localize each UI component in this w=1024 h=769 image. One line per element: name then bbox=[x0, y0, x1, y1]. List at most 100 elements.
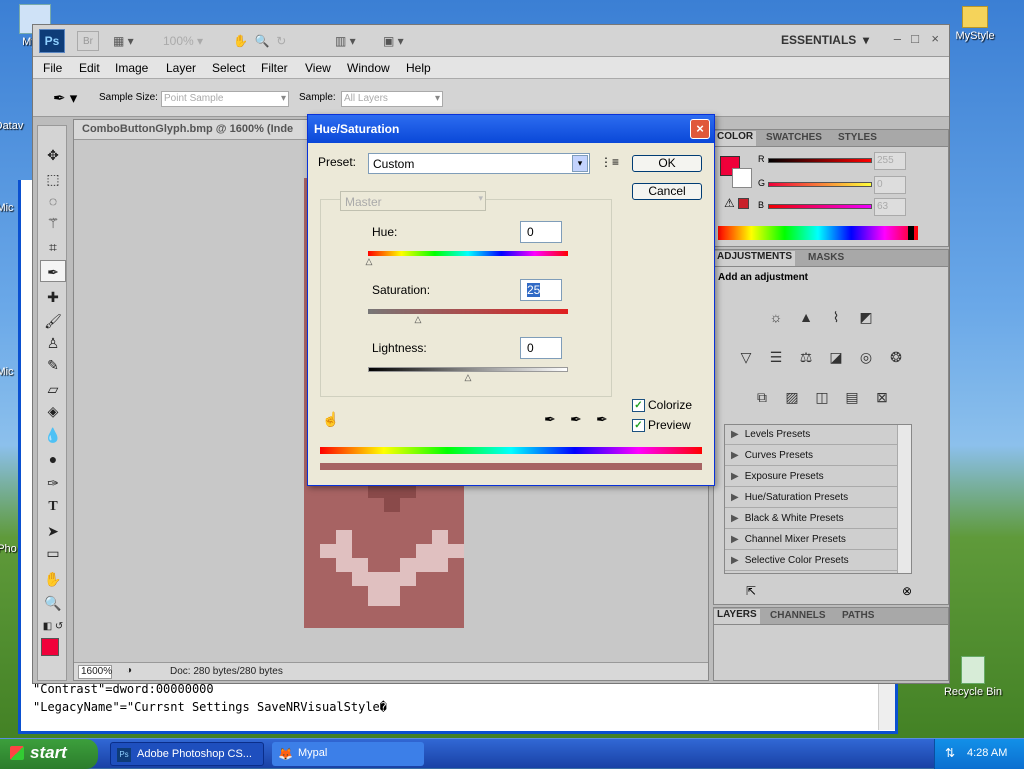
mystyle-folder-icon[interactable]: MyStyle bbox=[940, 6, 1010, 42]
workspace-switcher[interactable]: ESSENTIALS ▾ bbox=[781, 33, 869, 47]
eyedropper-icon[interactable]: ✒ bbox=[544, 411, 556, 428]
return-to-list-icon[interactable]: ⇱ bbox=[746, 584, 756, 598]
taskbar-item-mypal[interactable]: 🦊 Mypal bbox=[272, 742, 424, 766]
tab-adjustments[interactable]: ADJUSTMENTS bbox=[714, 251, 796, 266]
preset-black-white[interactable]: ▶ Black & White Presets bbox=[725, 509, 897, 529]
targeted-adjustment-icon[interactable]: ☝ bbox=[322, 411, 339, 428]
status-menu-icon[interactable]: ◑ bbox=[126, 665, 132, 676]
history-brush-tool[interactable]: ✎ bbox=[40, 354, 66, 376]
move-tool[interactable]: ✥ bbox=[40, 144, 66, 166]
color-ramp-black[interactable] bbox=[908, 226, 914, 240]
pen-tool[interactable]: ✑ bbox=[40, 472, 66, 494]
start-button[interactable]: start bbox=[0, 739, 98, 769]
close-button[interactable]: × bbox=[931, 31, 939, 46]
foreground-color-swatch[interactable] bbox=[41, 638, 59, 656]
preset-options-icon[interactable]: ⋮≡ bbox=[600, 155, 619, 169]
channel-mixer-button[interactable]: ❂ bbox=[884, 346, 908, 368]
menu-view[interactable]: View bbox=[305, 61, 331, 75]
color-ramp[interactable] bbox=[718, 226, 918, 240]
channel-select[interactable]: Master ▾ bbox=[340, 191, 486, 211]
saturation-slider-track[interactable] bbox=[368, 309, 568, 314]
lightness-slider-thumb[interactable]: △ bbox=[463, 373, 473, 382]
notepad-scrollbar[interactable] bbox=[878, 680, 895, 730]
g-slider[interactable] bbox=[768, 182, 872, 187]
invert-button[interactable]: ⧉ bbox=[750, 386, 774, 408]
zoom-combo[interactable]: 100% ▾ bbox=[163, 31, 209, 51]
swap-colors-button[interactable]: ◧ ↺ bbox=[40, 616, 66, 638]
marquee-tool[interactable]: ⬚ bbox=[40, 168, 66, 190]
eyedropper-plus-icon[interactable]: ✒ bbox=[570, 411, 582, 428]
preset-levels[interactable]: ▶ Levels Presets bbox=[725, 425, 897, 445]
posterize-button[interactable]: ▨ bbox=[780, 386, 804, 408]
cancel-button[interactable]: Cancel bbox=[632, 183, 702, 200]
background-swatch[interactable] bbox=[732, 168, 752, 188]
tab-paths[interactable]: PATHS bbox=[842, 610, 874, 621]
ok-button[interactable]: OK bbox=[632, 155, 702, 172]
photo-filter-button[interactable]: ◎ bbox=[854, 346, 878, 368]
tab-color[interactable]: COLOR bbox=[714, 131, 757, 146]
exposure-button[interactable]: ◩ bbox=[854, 306, 878, 328]
sample-select[interactable]: All Layers ▾ bbox=[341, 91, 443, 107]
screen-mode-button[interactable]: ▣ ▾ bbox=[383, 31, 419, 51]
preset-hue-saturation[interactable]: ▶ Hue/Saturation Presets bbox=[725, 488, 897, 508]
selective-color-button[interactable]: ⊠ bbox=[870, 386, 894, 408]
view-extras-button[interactable]: ▦ ▾ bbox=[113, 31, 147, 51]
menu-help[interactable]: Help bbox=[406, 61, 431, 75]
shape-tool[interactable]: ▭ bbox=[40, 542, 66, 564]
hue-slider-track[interactable] bbox=[368, 251, 568, 256]
brush-tool[interactable]: 🖌 bbox=[40, 310, 66, 332]
network-icon[interactable]: ⇅ bbox=[945, 746, 955, 760]
preset-exposure[interactable]: ▶ Exposure Presets bbox=[725, 467, 897, 487]
minimize-button[interactable]: – bbox=[894, 31, 901, 46]
hue-input[interactable]: 0 bbox=[520, 221, 562, 243]
blur-tool[interactable]: 💧 bbox=[40, 424, 66, 446]
eyedropper-minus-icon[interactable]: ✒ bbox=[596, 411, 608, 428]
gamut-warning-icon[interactable]: ⚠ bbox=[724, 196, 735, 210]
healing-brush-tool[interactable]: ✚ bbox=[40, 286, 66, 308]
r-value[interactable]: 255 bbox=[874, 152, 906, 170]
zoom-field[interactable]: 1600% bbox=[78, 665, 112, 679]
hand-zoom-rotate-tools[interactable]: ✋ 🔍 ↻ bbox=[233, 31, 313, 51]
gradient-map-button[interactable]: ▤ bbox=[840, 386, 864, 408]
hue-slider-thumb[interactable]: △ bbox=[364, 257, 374, 266]
vibrance-button[interactable]: ▽ bbox=[734, 346, 758, 368]
menu-filter[interactable]: Filter bbox=[261, 61, 288, 75]
menu-window[interactable]: Window bbox=[347, 61, 390, 75]
menu-file[interactable]: File bbox=[43, 61, 62, 75]
dialog-close-button[interactable]: × bbox=[690, 119, 710, 139]
sample-size-select[interactable]: Point Sample ▾ bbox=[161, 91, 289, 107]
menu-layer[interactable]: Layer bbox=[166, 61, 196, 75]
hand-tool[interactable]: ✋ bbox=[40, 568, 66, 590]
eyedropper-tool[interactable]: ✒ bbox=[40, 260, 66, 282]
arrange-documents-button[interactable]: ▥ ▾ bbox=[335, 31, 369, 51]
tab-swatches[interactable]: SWATCHES bbox=[766, 132, 822, 143]
g-value[interactable]: 0 bbox=[874, 176, 906, 194]
preset-curves[interactable]: ▶ Curves Presets bbox=[725, 446, 897, 466]
tab-styles[interactable]: STYLES bbox=[838, 132, 877, 143]
color-balance-button[interactable]: ⚖ bbox=[794, 346, 818, 368]
delete-adjustment-icon[interactable]: ⊗ bbox=[902, 584, 912, 598]
tab-layers[interactable]: LAYERS bbox=[714, 609, 760, 624]
quick-selection-tool[interactable]: ⚚ bbox=[40, 212, 66, 234]
tab-masks[interactable]: MASKS bbox=[808, 252, 844, 263]
bridge-button[interactable]: Br bbox=[77, 31, 99, 51]
eraser-tool[interactable]: ▱ bbox=[40, 378, 66, 400]
menu-edit[interactable]: Edit bbox=[79, 61, 100, 75]
brightness-contrast-button[interactable]: ☼ bbox=[764, 306, 788, 328]
path-selection-tool[interactable]: ➤ bbox=[40, 520, 66, 542]
threshold-button[interactable]: ◫ bbox=[810, 386, 834, 408]
preview-checkbox[interactable]: ✓ bbox=[632, 419, 645, 432]
preset-select[interactable]: Custom ▾ bbox=[368, 153, 590, 174]
saturation-slider-thumb[interactable]: △ bbox=[413, 315, 423, 324]
b-slider[interactable] bbox=[768, 204, 872, 209]
zoom-tool[interactable]: 🔍 bbox=[40, 592, 66, 614]
saturation-input[interactable]: 25 bbox=[520, 279, 562, 301]
preset-channel-mixer[interactable]: ▶ Channel Mixer Presets bbox=[725, 530, 897, 550]
black-white-button[interactable]: ◪ bbox=[824, 346, 848, 368]
menu-select[interactable]: Select bbox=[212, 61, 245, 75]
presets-scrollbar[interactable] bbox=[897, 425, 911, 573]
eyedropper-tool-preset[interactable]: ✒ ▾ bbox=[53, 89, 77, 107]
lightness-input[interactable]: 0 bbox=[520, 337, 562, 359]
paint-bucket-tool[interactable]: ◈ bbox=[40, 400, 66, 422]
gamut-swatch[interactable] bbox=[738, 198, 749, 209]
